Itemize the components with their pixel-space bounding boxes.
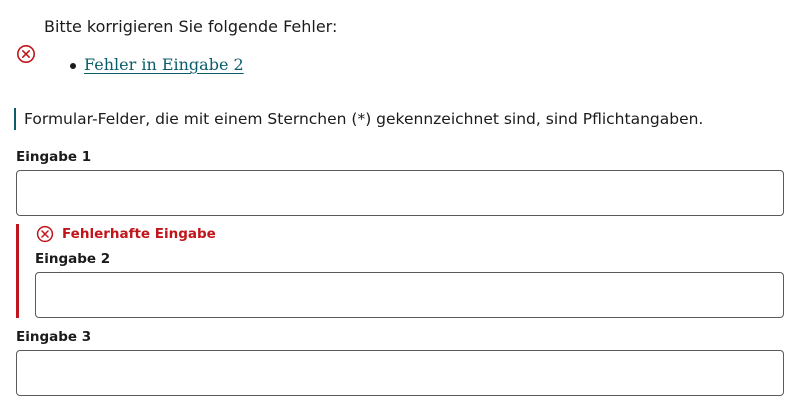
error-link-eingabe-2[interactable]: Fehler in Eingabe 2: [84, 55, 244, 74]
error-circle-x-icon: [36, 225, 54, 243]
eingabe-2-label: Eingabe 2: [35, 251, 111, 267]
eingabe-3-label: Eingabe 3: [16, 329, 92, 345]
error-summary-item: Fehler in Eingabe 2: [44, 52, 244, 78]
eingabe-2-error-message: Fehlerhafte Eingabe: [62, 226, 216, 242]
error-circle-x-icon: [17, 45, 35, 63]
eingabe-3-input[interactable]: [16, 350, 784, 396]
error-summary-list: Fehler in Eingabe 2: [44, 52, 244, 78]
error-summary-title: Bitte korrigieren Sie folgende Fehler:: [44, 17, 338, 36]
required-fields-hint: Formular-Felder, die mit einem Sternchen…: [14, 108, 703, 130]
eingabe-1-input[interactable]: [16, 170, 784, 216]
eingabe-2-input[interactable]: [35, 272, 784, 318]
eingabe-1-label: Eingabe 1: [16, 149, 92, 165]
error-summary: Bitte korrigieren Sie folgende Fehler: F…: [0, 0, 800, 92]
error-indicator-bar: [16, 224, 19, 318]
